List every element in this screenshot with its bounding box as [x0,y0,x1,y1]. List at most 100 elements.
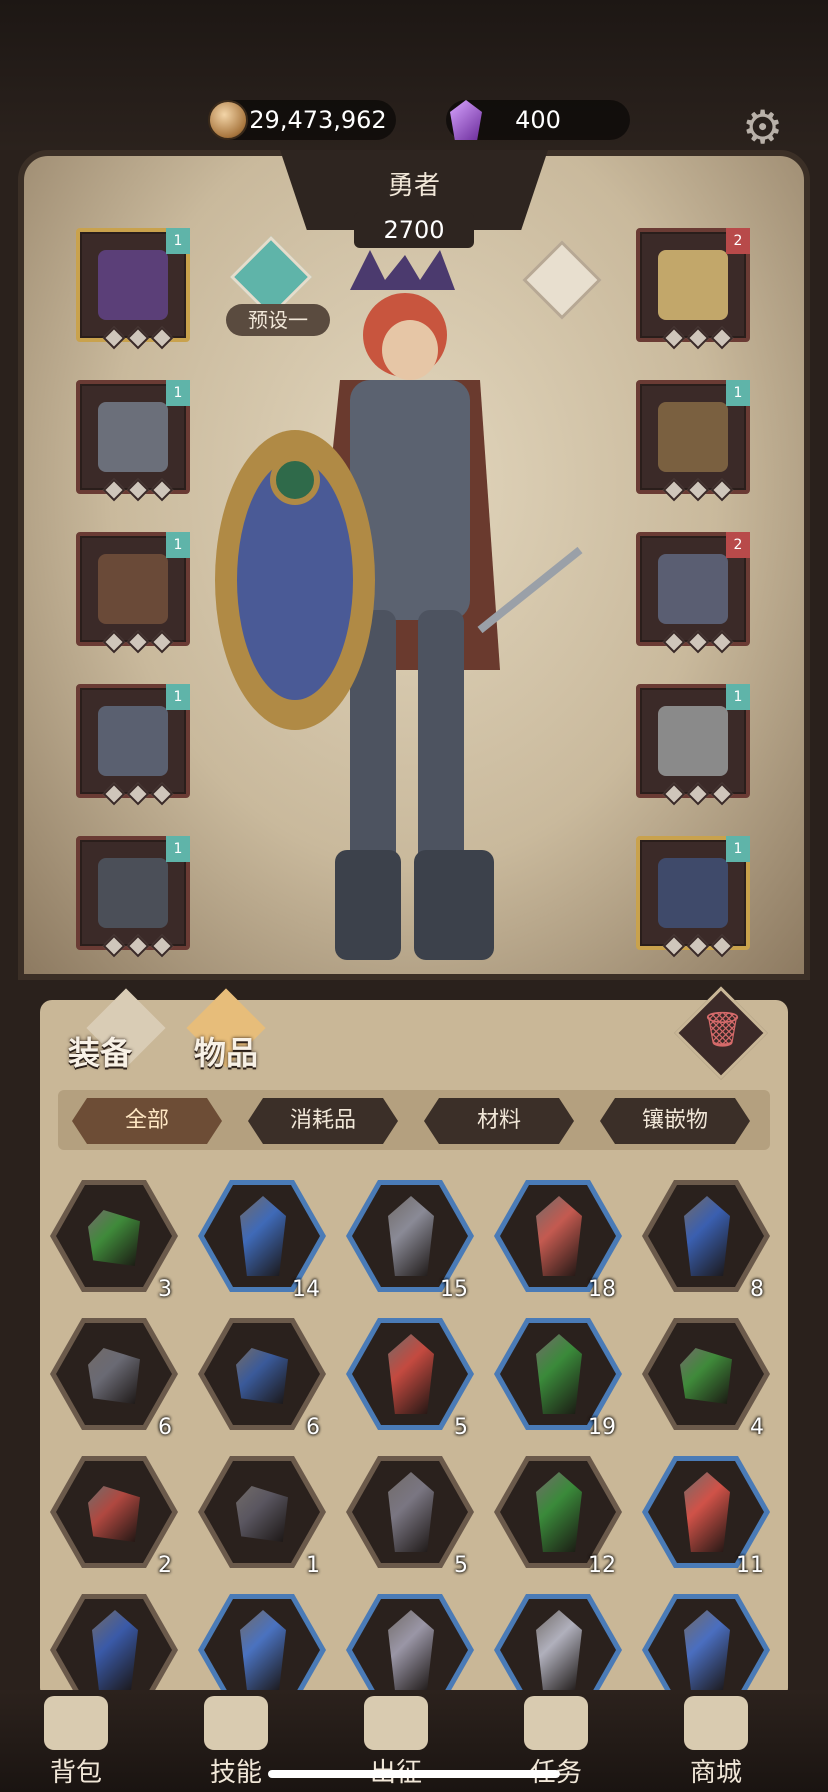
gloves-icon [98,554,168,624]
filter-tab-gems[interactable]: 镶嵌物 [600,1098,750,1144]
inventory-item[interactable]: 4 [642,1318,770,1440]
hero-name: 勇者 [387,171,440,201]
inventory-item[interactable]: 6 [50,1318,178,1440]
inventory-item[interactable]: 3 [50,1180,178,1302]
item-count: 11 [736,1553,764,1578]
socket-icon [686,934,710,958]
socket-dots [662,478,734,502]
filter-tab-materials[interactable]: 材料 [424,1098,574,1144]
home-indicator [268,1770,560,1778]
nav-label: 背包 [49,1758,102,1788]
inventory-item[interactable]: 12 [494,1456,622,1578]
slot-level-tag: 2 [726,228,750,254]
slot-level-tag: 1 [166,684,190,710]
socket-icon [102,782,126,806]
trash-icon: 🗑 [701,1010,745,1050]
inventory-item[interactable]: 5 [346,1318,474,1440]
inventory-item[interactable]: 6 [198,1318,326,1440]
inventory-item[interactable]: 14 [198,1180,326,1302]
weapon-icon [658,706,728,776]
item-count: 1 [306,1553,320,1578]
boots-slot[interactable]: 1 [76,836,190,958]
ring-slot[interactable]: 2 [636,532,750,654]
socket-icon [686,782,710,806]
item-count: 8 [750,1277,764,1302]
bracelet-slot[interactable]: 1 [636,380,750,502]
nav-shop[interactable]: 商城 [656,1690,776,1789]
item-count: 18 [588,1277,616,1302]
socket-icon [686,630,710,654]
purple-gem-icon [450,100,482,140]
inventory-item[interactable]: 11 [642,1456,770,1578]
inventory-item[interactable]: 5 [346,1456,474,1578]
item-count: 4 [750,1415,764,1440]
socket-icon [150,782,174,806]
socket-icon [662,782,686,806]
nav-label: 商城 [689,1758,742,1788]
item-count: 6 [306,1415,320,1440]
nav-backpack[interactable]: 背包 [16,1690,136,1789]
hero-power: 2700 [354,212,474,248]
ring-icon [658,554,728,624]
bracelet-icon [658,402,728,472]
socket-icon [686,326,710,350]
filter-tab-all[interactable]: 全部 [72,1098,222,1144]
backpack-icon [44,1696,108,1750]
socket-icon [126,934,150,958]
scroll-icon [524,1696,588,1750]
socket-icon [710,630,734,654]
socket-icon [126,630,150,654]
settings-gear-icon[interactable]: ⚙ [742,104,783,150]
armor-icon [98,402,168,472]
socket-icon [710,326,734,350]
socket-icon [710,478,734,502]
socket-icon [102,326,126,350]
filter-tab-consumables[interactable]: 消耗品 [248,1098,398,1144]
slot-level-tag: 1 [726,684,750,710]
inventory-item[interactable]: 15 [346,1180,474,1302]
socket-icon [102,630,126,654]
items-tab[interactable]: 物品 [194,1028,258,1074]
socket-dots [102,782,174,806]
crown-shape [350,250,455,290]
shield-slot[interactable]: 1 [636,836,750,958]
socket-icon [102,934,126,958]
item-count: 19 [588,1415,616,1440]
slot-level-tag: 2 [726,532,750,558]
socket-icon [102,478,126,502]
inventory-item[interactable]: 8 [642,1180,770,1302]
slot-level-tag: 1 [166,836,190,862]
gloves-slot[interactable]: 1 [76,532,190,654]
inventory-item[interactable]: 1 [198,1456,326,1578]
gold-coin-icon [208,100,248,140]
socket-icon [126,478,150,502]
socket-icon [662,326,686,350]
socket-dots [102,934,174,958]
shield-icon [658,858,728,928]
item-count: 3 [158,1277,172,1302]
leggings-slot[interactable]: 1 [76,684,190,806]
inventory-item[interactable]: 2 [50,1456,178,1578]
inventory-item[interactable]: 18 [494,1180,622,1302]
item-count: 12 [588,1553,616,1578]
socket-dots [662,782,734,806]
slot-level-tag: 1 [166,380,190,406]
socket-icon [150,934,174,958]
inventory-item[interactable]: 19 [494,1318,622,1440]
gold-amount: 29,473,962 [249,106,387,134]
armor-slot[interactable]: 1 [76,380,190,502]
weapon-slot[interactable]: 1 [636,684,750,806]
helmet-slot[interactable]: 1 [76,228,190,350]
amulet-slot[interactable]: 2 [636,228,750,350]
leggings-icon [98,706,168,776]
skill-book-icon [204,1696,268,1750]
item-count: 14 [292,1277,320,1302]
gold-counter[interactable]: 29,473,962 [208,100,396,140]
slot-level-tag: 1 [166,532,190,558]
boots-icon [98,858,168,928]
slot-level-tag: 1 [166,228,190,254]
gem-counter[interactable]: 400 [446,100,630,140]
equipment-tab[interactable]: 装备 [68,1028,132,1074]
socket-dots [102,478,174,502]
hero-character-art [215,250,583,960]
